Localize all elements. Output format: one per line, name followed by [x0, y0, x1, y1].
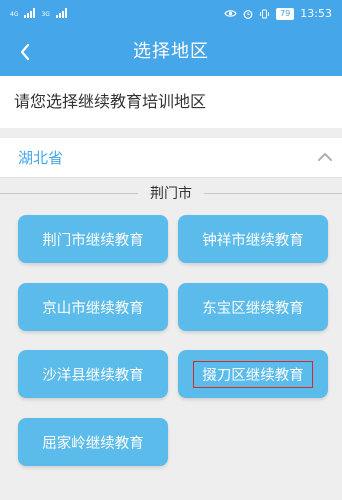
- district-button-jingshan[interactable]: 京山市继续教育: [18, 283, 168, 331]
- network-type-1: 4G: [10, 11, 19, 18]
- page-title: 选择地区: [133, 41, 209, 62]
- province-row-hubei[interactable]: 湖北省: [0, 138, 342, 178]
- signal-icon: [55, 8, 67, 18]
- vibrate-icon: [260, 9, 270, 18]
- district-label: 屈家岭继续教育: [42, 435, 144, 452]
- status-bar: 4G 3G 79 13:53: [0, 0, 342, 28]
- district-label-highlighted: 掇刀区继续教育: [193, 360, 313, 388]
- district-button-zhongxiang[interactable]: 钟祥市继续教育: [178, 215, 328, 263]
- district-label: 东宝区继续教育: [202, 300, 304, 317]
- divider: [0, 193, 138, 194]
- city-name: 荆门市: [150, 186, 192, 202]
- district-button-jingmen[interactable]: 荆门市继续教育: [18, 215, 168, 263]
- province-name: 湖北省: [18, 149, 64, 167]
- status-right: 79 13:53: [224, 7, 332, 20]
- signal-indicators: 4G 3G: [10, 8, 67, 18]
- district-button-qujialing[interactable]: 屈家岭继续教育: [18, 418, 168, 466]
- district-label: 钟祥市继续教育: [202, 232, 304, 249]
- title-bar: 选择地区: [0, 28, 342, 76]
- district-button-shayang[interactable]: 沙洋县继续教育: [18, 350, 168, 398]
- eye-icon: [224, 10, 237, 17]
- signal-icon: [24, 8, 36, 18]
- chevron-up-icon: [318, 153, 332, 161]
- city-section-header: 荆门市: [0, 182, 342, 206]
- divider: [204, 193, 342, 194]
- network-type-2: 3G: [41, 11, 50, 18]
- battery-icon: 79: [276, 7, 295, 20]
- district-label: 京山市继续教育: [42, 300, 144, 317]
- district-button-duodao[interactable]: 掇刀区继续教育: [178, 350, 328, 398]
- alarm-icon: [243, 9, 253, 19]
- clock: 13:53: [300, 7, 332, 20]
- instruction-text: 请您选择继续教育培训地区: [0, 76, 342, 128]
- district-label: 荆门市继续教育: [42, 232, 144, 249]
- district-button-dongbao[interactable]: 东宝区继续教育: [178, 283, 328, 331]
- district-label: 沙洋县继续教育: [42, 367, 144, 384]
